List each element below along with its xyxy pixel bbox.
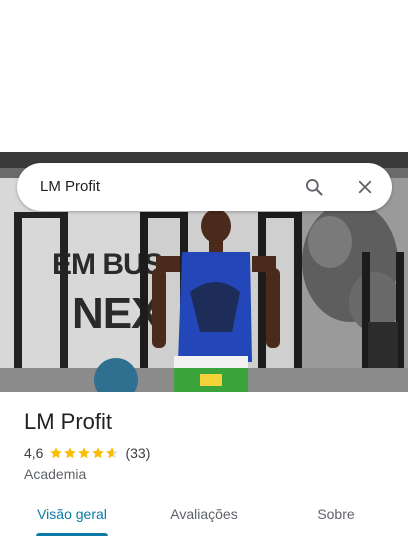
review-count: (33) [125,445,151,461]
star-icon [78,447,91,459]
search-button[interactable] [302,175,326,199]
search-icon [306,179,323,196]
tab-bar: Visão geral Avaliações Sobre [0,496,408,536]
place-category: Academia [24,466,87,482]
tab-about[interactable]: Sobre [296,496,376,532]
close-icon [358,180,372,194]
star-half-icon [106,447,119,459]
rating-value: 4,6 [24,445,44,461]
search-input[interactable]: LM Profit [40,163,100,211]
tab-reviews[interactable]: Avaliações [158,496,250,532]
star-icon [50,447,63,459]
search-bar[interactable]: LM Profit [17,163,392,211]
place-title: LM Profit [24,409,113,434]
star-icon [92,447,105,459]
active-tab-indicator [36,533,108,536]
tab-overview[interactable]: Visão geral [26,496,118,532]
place-page: EM BUS NEX LM Profit LM Profit 4,6 (33) … [0,0,408,544]
star-icon [64,447,77,459]
close-button[interactable] [353,175,377,199]
star-rating [49,446,119,460]
rating-row[interactable]: 4,6 (33) [24,444,150,462]
